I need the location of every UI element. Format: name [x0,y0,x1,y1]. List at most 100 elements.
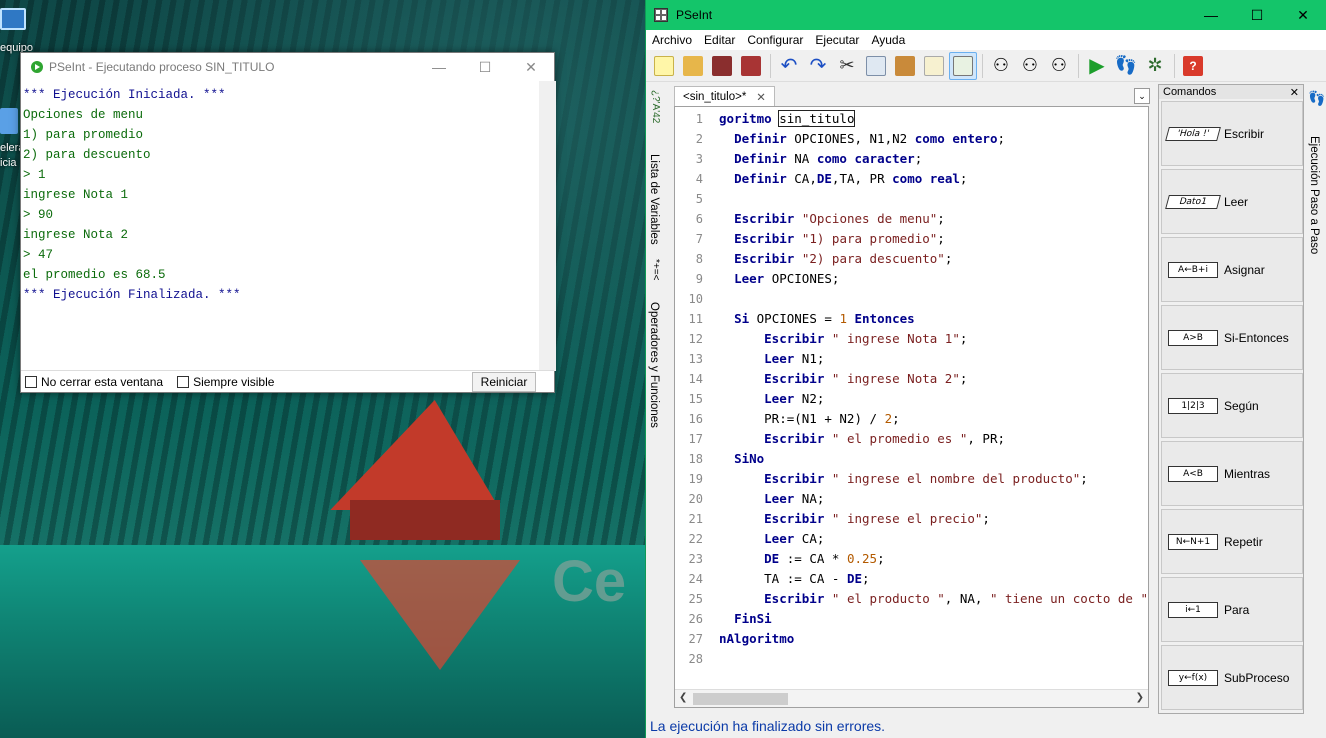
cut-button[interactable]: ✂ [833,52,861,80]
code-line[interactable]: Escribir " ingrese el precio"; [719,509,1148,529]
find-prev-button[interactable]: ⚇ [1016,52,1044,80]
menu-ejecutar[interactable]: Ejecutar [809,33,865,47]
code-line[interactable]: Escribir "1) para promedio"; [719,229,1148,249]
minimize-button[interactable]: — [1188,1,1234,29]
command-escribir[interactable]: 'Hola !' Escribir [1161,101,1303,166]
indent-icon [924,55,944,76]
open-file-button[interactable] [679,52,707,80]
code-line[interactable]: Escribir "Opciones de menu"; [719,209,1148,229]
maximize-button[interactable]: ☐ [1234,1,1280,29]
help-button[interactable]: ? [1179,52,1207,80]
console-line: *** Ejecución Iniciada. *** [23,88,226,102]
close-panel-icon[interactable]: ✕ [1290,86,1299,99]
maximize-button[interactable]: ☐ [462,53,508,81]
siempre-visible-checkbox[interactable] [177,375,190,388]
search-code-button[interactable] [949,51,977,80]
save-button[interactable] [708,52,736,80]
scrollbar-thumb[interactable] [693,693,788,705]
code-line[interactable]: Leer CA; [719,529,1148,549]
main-titlebar[interactable]: PSeInt — ☐ ✕ [646,0,1326,30]
computer-icon[interactable] [0,8,26,30]
desktop-icon-label[interactable]: icia [0,157,17,169]
binoculars-icon: ⚇ [992,55,1010,75]
command-subproceso[interactable]: y←f(x) SubProceso [1161,645,1303,710]
new-file-button[interactable] [650,52,678,80]
app-shortcut-icon[interactable] [0,108,18,134]
close-tab-icon[interactable]: ✕ [756,90,766,104]
command-mientras[interactable]: A<B Mientras [1161,441,1303,506]
command-para[interactable]: i←1 Para [1161,577,1303,642]
command-seg-n[interactable]: 1|2|3 Según [1161,373,1303,438]
console-line: 1) para promedio [23,128,144,142]
find-button[interactable]: ⚇ [987,52,1015,80]
siempre-visible-label[interactable]: Siempre visible [193,375,274,389]
code-line[interactable]: Escribir " ingrese el nombre del product… [719,469,1148,489]
code-line[interactable] [719,649,1148,669]
code-line[interactable]: Definir CA,DE,TA, PR como real; [719,169,1148,189]
line-number: 4 [695,172,703,186]
paste-button[interactable] [891,52,919,80]
reiniciar-button[interactable]: Reiniciar [472,371,536,392]
find-next-button[interactable]: ⚇ [1045,52,1073,80]
code-line[interactable]: FinSi [719,609,1148,629]
code-line[interactable]: DE := CA * 0.25; [719,549,1148,569]
code-line[interactable]: nAlgoritmo [719,629,1148,649]
code-line[interactable]: Escribir " el producto ", NA, " tiene un… [719,589,1148,609]
code-line[interactable]: Escribir " ingrese Nota 2"; [719,369,1148,389]
command-repetir[interactable]: N←N+1 Repetir [1161,509,1303,574]
code-line[interactable]: Definir OPCIONES, N1,N2 como entero; [719,129,1148,149]
undo-button[interactable]: ↶ [775,52,803,80]
save-as-button[interactable] [737,52,765,80]
close-button[interactable]: ✕ [508,53,554,81]
code-area[interactable]: goritmo sin_titulo Definir OPCIONES, N1,… [719,109,1148,689]
file-tab[interactable]: <sin_titulo>* ✕ [674,86,775,106]
command-si-entonces[interactable]: A>B Si-Entonces [1161,305,1303,370]
scroll-left-icon[interactable]: ❮ [679,692,687,703]
code-editor[interactable]: 1 2 3 4 5 6 7 8 9 10 11 12 13 14 15 16 17 18 19 20 21 22 23 24 2… [674,106,1149,708]
indent-button[interactable] [920,52,948,80]
code-line[interactable]: PR:=(N1 + N2) / 2; [719,409,1148,429]
scroll-right-icon[interactable]: ❯ [1136,692,1144,703]
menu-archivo[interactable]: Archivo [646,33,698,47]
code-line[interactable]: Leer OPCIONES; [719,269,1148,289]
minimize-button[interactable]: — [416,53,462,81]
run-button[interactable]: ▶ [1083,52,1111,80]
copy-button[interactable] [862,52,890,80]
command-label: Según [1224,398,1259,413]
command-leer[interactable]: Dato1 Leer [1161,169,1303,234]
code-line[interactable]: Leer N2; [719,389,1148,409]
pseint-logo-icon [654,8,668,22]
code-line[interactable]: Escribir " ingrese Nota 1"; [719,329,1148,349]
tab-operadores-funciones[interactable]: Operadores y Funciones [648,302,660,428]
tabs-dropdown-button[interactable]: ⌄ [1134,88,1150,104]
menu-editar[interactable]: Editar [698,33,741,47]
redo-icon: ↷ [809,55,827,77]
code-line[interactable]: Leer NA; [719,489,1148,509]
execution-window-titlebar[interactable]: PSeInt - Ejecutando proceso SIN_TITULO —… [21,53,554,81]
no-cerrar-checkbox[interactable] [25,375,37,388]
code-line[interactable]: Escribir "2) para descuento"; [719,249,1148,269]
code-line[interactable] [719,189,1148,209]
tab-ejecucion-paso-a-paso[interactable]: Ejecución Paso a Paso [1308,136,1320,254]
no-cerrar-label[interactable]: No cerrar esta ventana [41,375,163,389]
line-number: 1 [695,112,703,126]
code-line[interactable]: TA := CA - DE; [719,569,1148,589]
command-asignar[interactable]: A←B+i Asignar [1161,237,1303,302]
menu-ayuda[interactable]: Ayuda [865,33,911,47]
redo-button[interactable]: ↷ [804,52,832,80]
horizontal-scrollbar[interactable]: ❮ ❯ [675,689,1148,707]
console-scrollbar[interactable] [539,81,556,371]
code-line[interactable] [719,289,1148,309]
code-line[interactable]: SiNo [719,449,1148,469]
magnifier-icon [953,55,973,76]
code-line[interactable]: Si OPCIONES = 1 Entonces [719,309,1148,329]
close-button[interactable]: ✕ [1280,1,1326,29]
flowchart-button[interactable]: ✲ [1141,52,1169,80]
step-by-step-button[interactable]: 👣 [1112,52,1140,80]
tab-lista-variables[interactable]: Lista de Variables [648,154,660,245]
menu-configurar[interactable]: Configurar [741,33,809,47]
code-line[interactable]: Escribir " el promedio es ", PR; [719,429,1148,449]
code-line[interactable]: Leer N1; [719,349,1148,369]
code-line[interactable]: Definir NA como caracter; [719,149,1148,169]
code-line[interactable]: goritmo sin_titulo [719,109,1148,129]
